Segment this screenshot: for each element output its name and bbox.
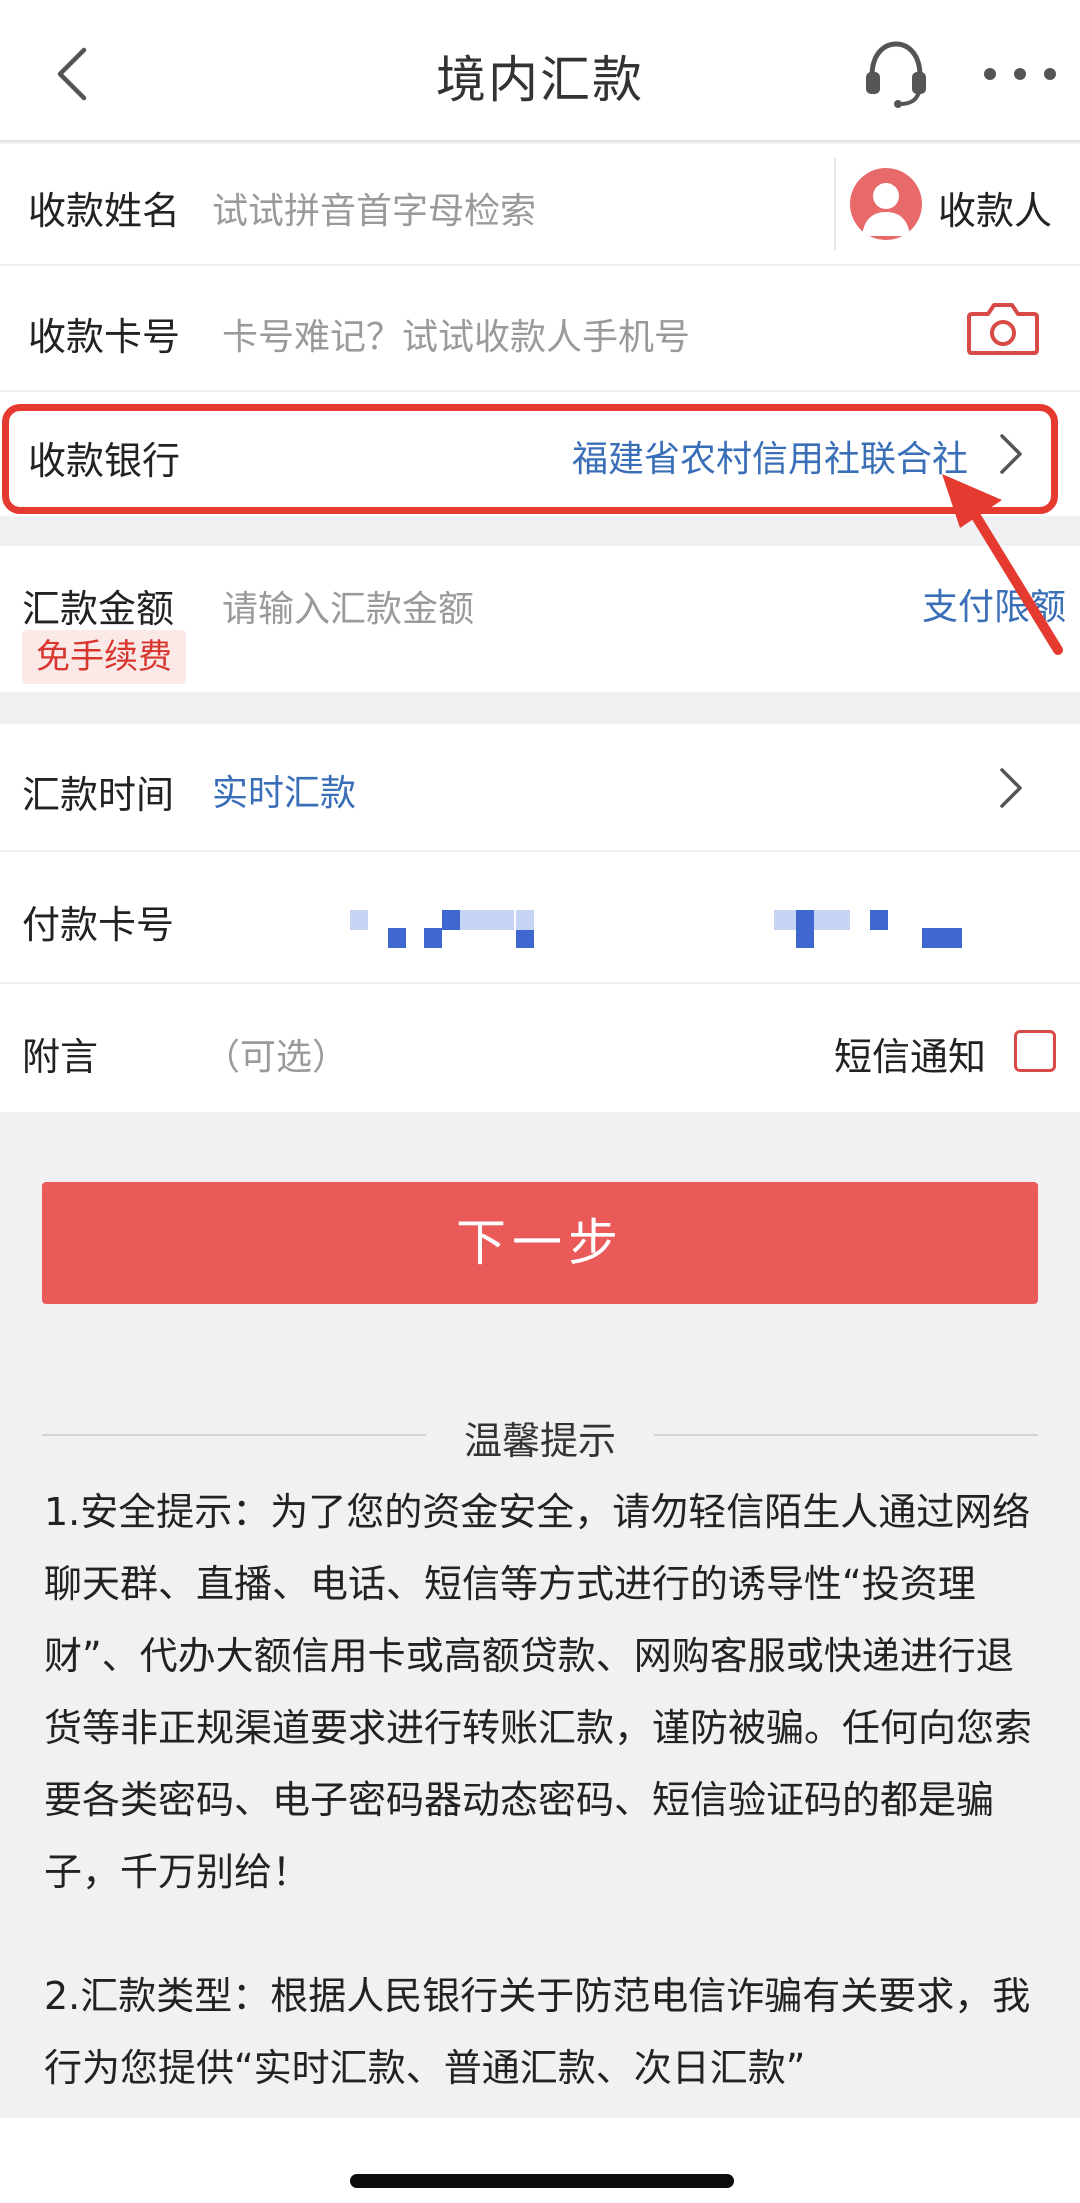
more-button[interactable]	[984, 52, 1056, 96]
note-label: 附言	[22, 1035, 99, 1079]
home-indicator[interactable]	[350, 2174, 734, 2188]
note-input[interactable]: （可选）	[204, 1028, 348, 1080]
next-step-button[interactable]: 下一步	[42, 1182, 1038, 1304]
tips-title: 温馨提示	[463, 1419, 616, 1463]
tips-header: 温馨提示	[42, 1406, 1038, 1466]
pay-card-row[interactable]: 付款卡号	[0, 852, 1080, 982]
annotation-highlight-box	[2, 404, 1058, 514]
sms-notify-label: 短信通知	[834, 1035, 987, 1079]
fee-free-badge: 免手续费	[22, 630, 186, 684]
amount-label: 汇款金额	[22, 587, 175, 631]
remit-time-value: 实时汇款	[212, 773, 357, 814]
headset-icon	[866, 41, 926, 108]
pay-card-label: 付款卡号	[22, 903, 175, 947]
nav-bar: 境内汇款	[0, 0, 1080, 142]
divider	[834, 158, 836, 250]
card-number-row: 收款卡号 卡号难记？试试收款人手机号	[0, 266, 1080, 390]
annotation-arrow-icon	[942, 474, 1063, 655]
card-number-input[interactable]: 卡号难记？试试收款人手机号	[222, 308, 690, 360]
chevron-right-icon	[1000, 768, 1022, 808]
user-avatar-icon[interactable]	[850, 168, 922, 240]
customer-service-button[interactable]	[860, 36, 932, 112]
bottom-safe-area	[0, 2118, 1080, 2203]
amount-row: 汇款金额 请输入汇款金额 支付限额 免手续费	[0, 546, 1080, 692]
amount-input[interactable]: 请输入汇款金额	[222, 580, 474, 632]
note-row: 附言 （可选） 短信通知	[0, 984, 1080, 1112]
payee-contacts-button[interactable]: 收款人	[938, 180, 1052, 235]
more-dots-icon	[984, 68, 996, 80]
sms-notify-checkbox[interactable]	[1014, 1030, 1056, 1072]
remit-time-row[interactable]: 汇款时间 实时汇款	[0, 724, 1080, 850]
payee-name-row: 收款姓名 试试拼音首字母检索 收款人	[0, 144, 1080, 264]
tip-remit-type: 2.汇款类型：根据人民银行关于防范电信诈骗有关要求，我行为您提供“实时汇款、普通…	[44, 1974, 1031, 2090]
card-number-label: 收款卡号	[28, 315, 181, 359]
tip-security: 1.安全提示：为了您的资金安全，请勿轻信陌生人通过网络聊天群、直播、电话、短信等…	[44, 1490, 1033, 1894]
payee-name-label: 收款姓名	[28, 189, 181, 233]
scan-card-button[interactable]	[966, 300, 1040, 356]
remit-time-label: 汇款时间	[22, 773, 175, 817]
camera-icon	[967, 303, 1039, 355]
payee-name-input[interactable]: 试试拼音首字母检索	[212, 182, 536, 234]
